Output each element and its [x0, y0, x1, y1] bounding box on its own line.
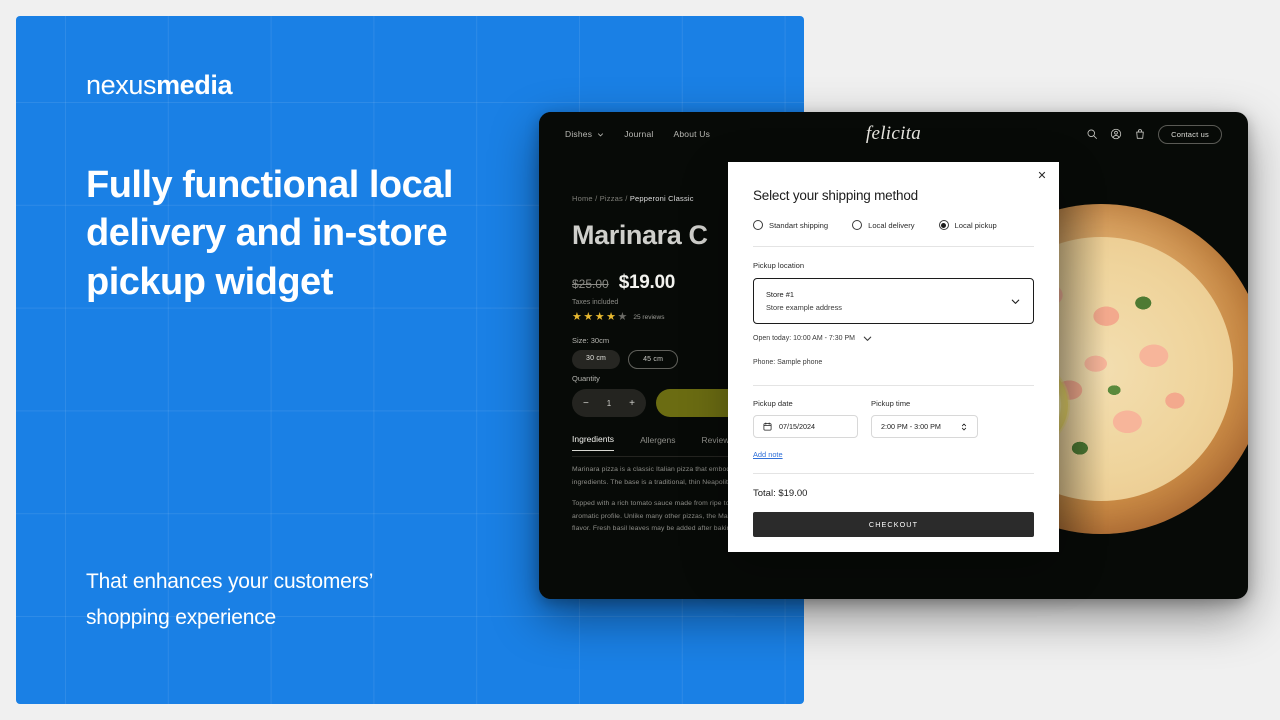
star-icon: ★	[606, 311, 616, 323]
screenshot-root: nexusmedia Fully functional local delive…	[0, 0, 1280, 720]
star-icon-empty: ★	[617, 311, 628, 323]
tab-ingredients[interactable]: Ingredients	[572, 434, 615, 451]
promo-subheadline: That enhances your customers’ shopping e…	[86, 569, 373, 629]
size-options: 30 cm 45 cm	[572, 350, 679, 369]
pickup-location-label: Pickup location	[753, 261, 805, 270]
store-hours-row[interactable]: Open today: 10:00 AM - 7:30 PM	[753, 333, 1034, 344]
tab-allergens[interactable]: Allergens	[640, 435, 675, 451]
pickup-datetime-row: Pickup date 07/15/2024 Pickup time 2:00 …	[753, 399, 1034, 438]
promo-headline: Fully functional local delivery and in-s…	[86, 164, 453, 303]
pickup-time-value: 2:00 PM - 3:00 PM	[881, 422, 941, 431]
radio-local-delivery-label: Local delivery	[868, 220, 915, 230]
navbar-left-links: Dishes Journal About Us	[565, 129, 710, 139]
checkout-button[interactable]: CHECKOUT	[753, 512, 1034, 537]
pickup-date-col: Pickup date 07/15/2024	[753, 399, 858, 438]
navbar-right-actions: Contact us	[1086, 124, 1222, 144]
radio-local-pickup[interactable]: Local pickup	[938, 220, 997, 230]
breadcrumb: Home / Pizzas / Pepperoni Classic	[572, 194, 694, 203]
brand-logo-bold: media	[156, 70, 233, 100]
star-icon: ★	[594, 311, 605, 323]
modal-title: Select your shipping method	[753, 188, 918, 203]
store-open-today: Open today: 10:00 AM - 7:30 PM	[753, 335, 855, 342]
price-current: $19.00	[618, 272, 676, 293]
nav-item-dishes[interactable]: Dishes	[565, 129, 604, 139]
order-total: Total: $19.00	[753, 488, 808, 499]
pickup-location-select[interactable]: Store #1 Store example address	[753, 278, 1034, 324]
shipping-method-modal: ✕ Select your shipping method Standart s…	[728, 162, 1059, 552]
star-icon: ★	[583, 311, 594, 323]
quantity-label: Quantity	[572, 374, 600, 383]
nav-item-dishes-label: Dishes	[565, 129, 593, 139]
quantity-increase-button[interactable]: +	[629, 398, 635, 409]
site-logo[interactable]: felicita	[866, 123, 921, 145]
store-phone: Phone: Sample phone	[753, 359, 823, 366]
close-icon[interactable]: ✕	[1034, 168, 1050, 184]
pickup-date-value: 07/15/2024	[779, 422, 815, 431]
rating-row: ★ ★ ★ ★ ★ 25 reviews	[572, 312, 664, 323]
size-option-30cm[interactable]: 30 cm	[572, 350, 621, 369]
size-label: Size: 30cm	[572, 336, 610, 345]
pickup-time-input[interactable]: 2:00 PM - 3:00 PM	[871, 415, 978, 438]
add-note-link[interactable]: Add note	[753, 450, 783, 459]
chevron-down-icon	[1011, 299, 1020, 304]
radio-standart-shipping-label: Standart shipping	[769, 220, 829, 230]
account-icon[interactable]	[1110, 128, 1122, 140]
quantity-decrease-button[interactable]: −	[583, 398, 589, 409]
divider-bottom	[753, 473, 1034, 474]
divider-middle	[753, 385, 1034, 386]
divider-top	[753, 246, 1034, 247]
spinner-updown-icon[interactable]	[960, 422, 968, 432]
quantity-stepper[interactable]: − 1 +	[572, 389, 646, 417]
reviews-count[interactable]: 25 reviews	[633, 314, 664, 321]
star-rating: ★ ★ ★ ★ ★	[572, 312, 627, 323]
radio-icon	[753, 220, 763, 230]
contact-us-button[interactable]: Contact us	[1158, 124, 1222, 144]
store-phone-row: Phone: Sample phone	[753, 351, 1034, 369]
brand-logo-light: nexus	[86, 70, 157, 100]
chevron-down-icon	[863, 336, 872, 341]
store-name: Store #1	[766, 290, 794, 299]
chevron-down-icon	[598, 132, 604, 136]
bag-icon[interactable]	[1134, 128, 1146, 140]
pickup-location-value: Store #1 Store example address	[766, 290, 1010, 312]
radio-standart-shipping[interactable]: Standart shipping	[753, 220, 828, 230]
pickup-date-input[interactable]: 07/15/2024	[753, 415, 858, 438]
breadcrumb-home[interactable]: Home	[572, 194, 593, 203]
radio-local-pickup-label: Local pickup	[954, 220, 997, 230]
price-row: $25.00 $19.00	[572, 272, 675, 294]
breadcrumb-pizzas[interactable]: Pizzas	[600, 194, 623, 203]
breadcrumb-current: Pepperoni Classic	[629, 194, 694, 203]
pickup-time-col: Pickup time 2:00 PM - 3:00 PM	[871, 399, 978, 438]
search-icon[interactable]	[1086, 128, 1098, 140]
pickup-time-label: Pickup time	[871, 399, 911, 408]
radio-icon-selected	[938, 220, 949, 230]
radio-icon	[852, 220, 863, 230]
calendar-icon	[763, 422, 772, 431]
site-navbar: Dishes Journal About Us felicita Contact…	[539, 112, 1248, 156]
quantity-value: 1	[606, 398, 612, 408]
price-original: $25.00	[572, 277, 609, 291]
store-address: Store example address	[766, 303, 842, 312]
star-icon: ★	[572, 311, 582, 323]
nav-item-journal[interactable]: Journal	[624, 129, 653, 139]
shipping-method-options: Standart shipping Local delivery Local p…	[753, 220, 1034, 230]
brand-logo: nexusmedia	[86, 72, 804, 99]
product-tabs: Ingredients Allergens Reviews	[572, 434, 734, 451]
taxes-note: Taxes included	[572, 299, 619, 306]
pickup-date-label: Pickup date	[753, 399, 793, 408]
product-title: Marinara C	[572, 220, 708, 250]
radio-local-delivery[interactable]: Local delivery	[852, 220, 915, 230]
nav-item-about-us[interactable]: About Us	[673, 129, 710, 139]
size-option-45cm[interactable]: 45 cm	[628, 350, 679, 369]
